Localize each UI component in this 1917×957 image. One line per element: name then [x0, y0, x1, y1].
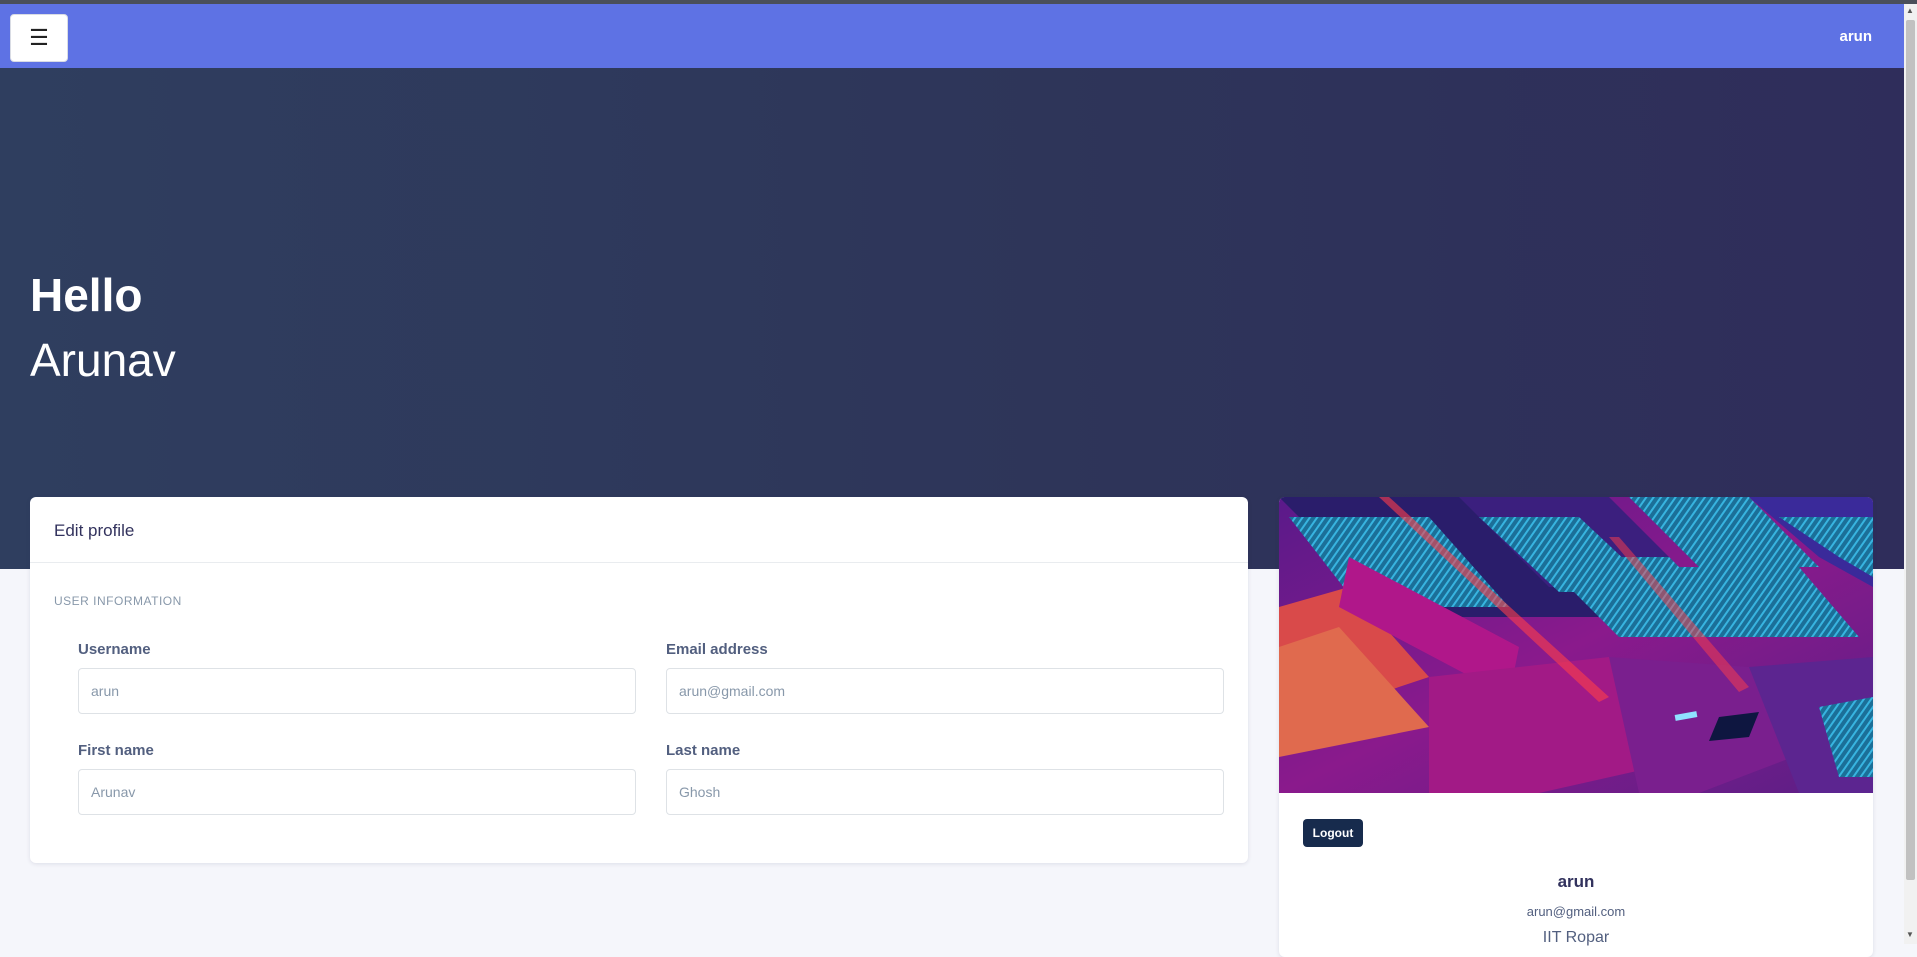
username-label: Username	[78, 641, 151, 658]
scrollbar-thumb[interactable]	[1906, 20, 1915, 880]
profile-email: arun@gmail.com	[1526, 904, 1626, 919]
logout-button[interactable]: Logout	[1303, 819, 1363, 847]
hamburger-icon: ☰	[29, 25, 49, 50]
hero-banner: Hello Arunav	[0, 68, 1904, 569]
first-name-field-group: First name	[78, 742, 636, 815]
email-field-group: Email address	[666, 641, 1224, 714]
profile-institution: IIT Ropar	[1542, 929, 1610, 946]
first-name-label: First name	[78, 742, 154, 759]
profile-username: arun	[1557, 872, 1595, 891]
last-name-input[interactable]	[666, 769, 1224, 815]
profile-cover-image	[1279, 497, 1873, 793]
edit-profile-title: Edit profile	[30, 497, 1248, 563]
edit-profile-card: Edit profile USER INFORMATION Username E…	[30, 497, 1248, 863]
top-navbar: ☰ arun	[0, 4, 1904, 68]
email-input[interactable]	[666, 668, 1224, 714]
menu-toggle-button[interactable]: ☰	[10, 14, 68, 62]
email-label: Email address	[666, 641, 768, 658]
scroll-down-arrow-icon[interactable]: ▼	[1906, 930, 1914, 939]
last-name-field-group: Last name	[666, 742, 1224, 815]
hero-greeting: Hello	[30, 269, 143, 321]
username-field-group: Username	[78, 641, 636, 714]
navbar-user-name[interactable]: arun	[1839, 28, 1872, 45]
page-scrollbar[interactable]: ▲ ▼	[1904, 4, 1917, 944]
hero-user-name: Arunav	[30, 334, 176, 386]
first-name-input[interactable]	[78, 769, 636, 815]
profile-summary-card: Logout arun arun@gmail.com IIT Ropar	[1279, 497, 1873, 957]
scroll-up-arrow-icon[interactable]: ▲	[1906, 6, 1914, 15]
last-name-label: Last name	[666, 742, 741, 759]
username-input[interactable]	[78, 668, 636, 714]
user-information-heading: USER INFORMATION	[54, 594, 182, 608]
